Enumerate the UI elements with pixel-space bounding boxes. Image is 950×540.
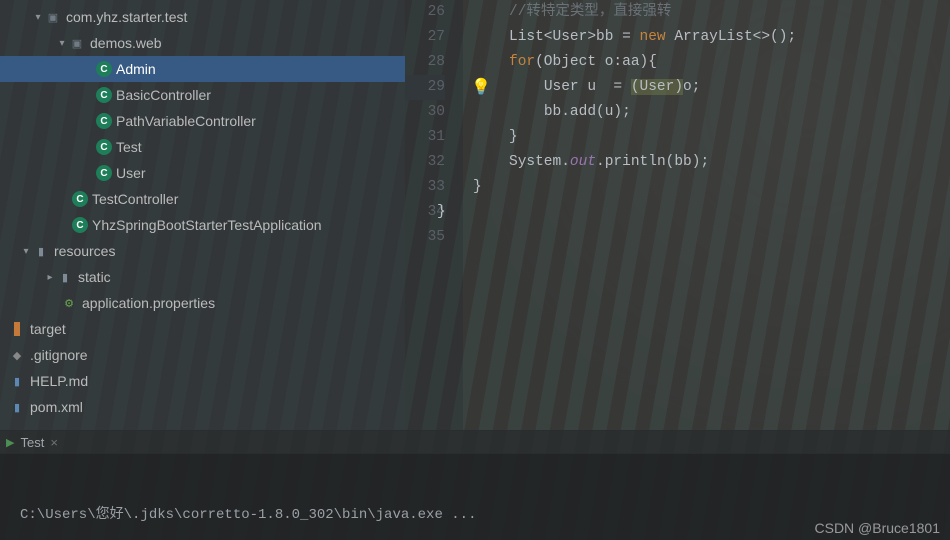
tree-label: demos.web <box>90 35 162 51</box>
code-comment: //转特定类型，直接强转 <box>509 4 671 20</box>
target-icon <box>8 320 26 338</box>
chevron-down-icon: ▾ <box>32 12 44 23</box>
line-number: 32 <box>405 150 445 175</box>
folder-icon: ▮ <box>56 268 74 286</box>
tree-label: TestController <box>92 191 178 207</box>
watermark: CSDN @Bruce1801 <box>815 520 941 536</box>
hint-column: 💡 <box>463 0 503 430</box>
folder-icon: ▮ <box>32 242 50 260</box>
tree-label: pom.xml <box>30 399 83 415</box>
class-icon: C <box>96 61 112 77</box>
console-line: C:\Users\您好\.jdks\corretto-1.8.0_302\bin… <box>20 504 940 526</box>
class-icon: C <box>96 139 112 155</box>
tree-package[interactable]: ▾ ▣ com.yhz.starter.test <box>0 4 405 30</box>
class-icon: C <box>72 217 88 233</box>
tree-label: resources <box>54 243 115 259</box>
run-icon: ▶ <box>6 436 14 449</box>
line-number: 28 <box>405 50 445 75</box>
package-icon: ▣ <box>44 8 62 26</box>
project-tree[interactable]: ▾ ▣ com.yhz.starter.test ▾ ▣ demos.web C… <box>0 0 405 430</box>
tree-label: HELP.md <box>30 373 88 389</box>
tree-label: Test <box>116 139 142 155</box>
tree-label: Admin <box>116 61 156 77</box>
tree-label: YhzSpringBootStarterTestApplication <box>92 217 322 233</box>
tree-folder-resources[interactable]: ▾ ▮ resources <box>0 238 405 264</box>
line-number: 27 <box>405 25 445 50</box>
tree-file-pom[interactable]: ▮ pom.xml <box>0 394 405 420</box>
console-output[interactable]: C:\Users\您好\.jdks\corretto-1.8.0_302\bin… <box>0 454 950 540</box>
chevron-right-icon: ▸ <box>44 272 56 283</box>
package-icon: ▣ <box>68 34 86 52</box>
tree-label: com.yhz.starter.test <box>66 9 187 25</box>
code-area[interactable]: //转特定类型，直接强转 List<User>bb = new ArrayLis… <box>503 0 950 430</box>
tree-file-gitignore[interactable]: ◆ .gitignore <box>0 342 405 368</box>
git-icon: ◆ <box>8 346 26 364</box>
tree-class[interactable]: C YhzSpringBootStarterTestApplication <box>0 212 405 238</box>
tree-folder-target[interactable]: target <box>0 316 405 342</box>
editor-gutter: 26 27 28 29 30 31 32 33 34 35 <box>405 0 463 430</box>
properties-icon: ⚙ <box>60 294 78 312</box>
tree-label: target <box>30 321 66 337</box>
close-icon[interactable]: × <box>50 435 58 450</box>
line-number: 35 <box>405 225 445 250</box>
tree-file-properties[interactable]: ⚙ application.properties <box>0 290 405 316</box>
tree-folder-static[interactable]: ▸ ▮ static <box>0 264 405 290</box>
chevron-down-icon: ▾ <box>20 246 32 257</box>
chevron-down-icon: ▾ <box>56 38 68 49</box>
tree-class[interactable]: C TestController <box>0 186 405 212</box>
markdown-icon: ▮ <box>8 372 26 390</box>
class-icon: C <box>96 87 112 103</box>
line-number: 33 <box>405 175 445 200</box>
tree-label: BasicController <box>116 87 211 103</box>
line-number: 26 <box>405 0 445 25</box>
line-number-current: 29 <box>405 75 445 100</box>
tree-label: static <box>78 269 111 285</box>
tree-label: .gitignore <box>30 347 88 363</box>
tree-class-selected[interactable]: C Admin <box>0 56 405 82</box>
run-tab[interactable]: Test <box>20 435 44 450</box>
xml-icon: ▮ <box>8 398 26 416</box>
tree-label: application.properties <box>82 295 215 311</box>
line-number: 31 <box>405 125 445 150</box>
tree-class[interactable]: C User <box>0 160 405 186</box>
tree-class[interactable]: C PathVariableController <box>0 108 405 134</box>
line-number: 30 <box>405 100 445 125</box>
lightbulb-icon[interactable]: 💡 <box>471 76 491 101</box>
class-icon: C <box>72 191 88 207</box>
tree-label: User <box>116 165 146 181</box>
tree-class[interactable]: C BasicController <box>0 82 405 108</box>
run-tab-bar: ▶ Test × <box>0 430 950 454</box>
class-icon: C <box>96 113 112 129</box>
class-icon: C <box>96 165 112 181</box>
code-editor[interactable]: 26 27 28 29 30 31 32 33 34 35 💡 //转特定类型，… <box>405 0 950 430</box>
tree-class[interactable]: C Test <box>0 134 405 160</box>
tree-file-help[interactable]: ▮ HELP.md <box>0 368 405 394</box>
tree-package[interactable]: ▾ ▣ demos.web <box>0 30 405 56</box>
tree-label: PathVariableController <box>116 113 256 129</box>
